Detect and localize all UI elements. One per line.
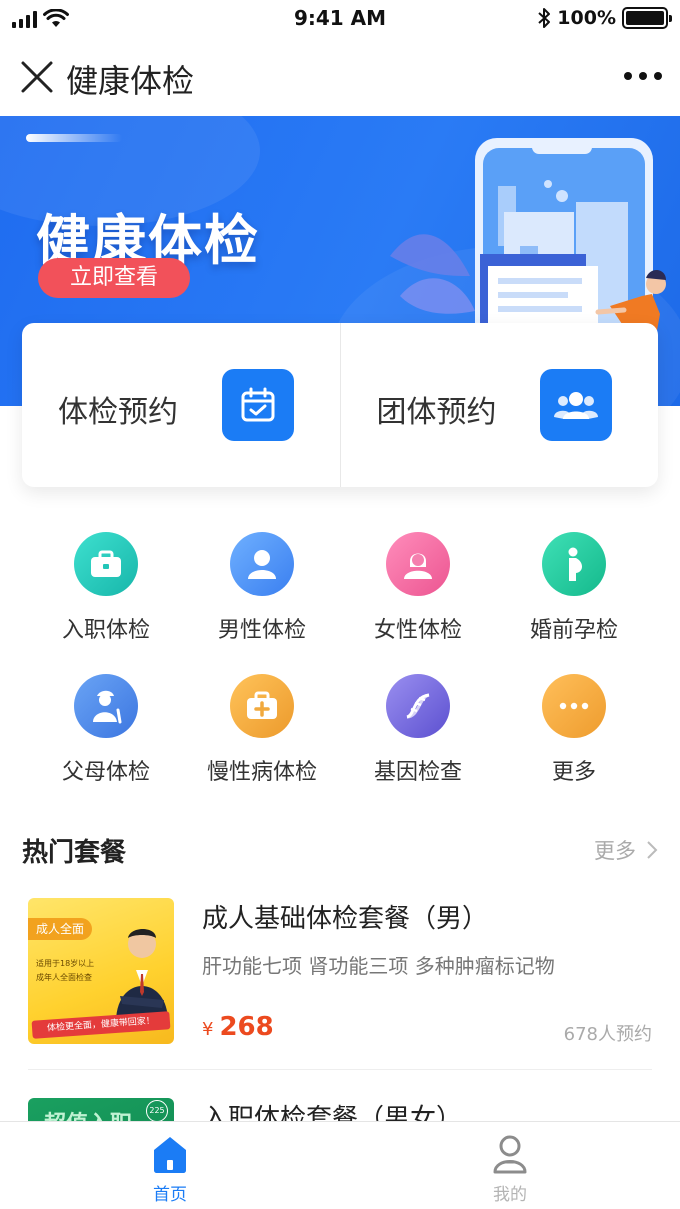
tab-bar: 首页 我的 xyxy=(0,1121,680,1209)
package-desc: 肝功能七项 肾功能三项 多种肿瘤标记物 xyxy=(202,954,555,978)
user-profile-icon xyxy=(493,1135,527,1174)
status-right: 100% xyxy=(537,7,672,29)
category-label: 慢性病体检 xyxy=(206,760,317,785)
calendar-check-icon xyxy=(221,369,294,441)
male-user-icon xyxy=(230,532,294,596)
home-icon xyxy=(154,1137,186,1173)
category-gene[interactable]: 基因检查 xyxy=(340,672,496,814)
tab-home[interactable]: 首页 xyxy=(0,1122,340,1209)
female-user-icon xyxy=(386,532,450,596)
tab-label: 我的 xyxy=(493,1185,527,1205)
group-users-icon xyxy=(540,369,612,441)
thumb-badge: 225 xyxy=(146,1100,168,1121)
thumb-line2: 成年人全面检查 xyxy=(36,973,92,982)
category-premarital[interactable]: 婚前孕检 xyxy=(496,530,652,672)
banner-stripe xyxy=(26,134,122,142)
tab-label: 首页 xyxy=(153,1185,187,1205)
price-value: 268 xyxy=(219,1012,274,1042)
divider xyxy=(28,1069,652,1070)
package-price: ¥268 xyxy=(202,1012,274,1042)
more-dots-icon xyxy=(542,674,606,738)
package-title: 入职体检套餐（男女） xyxy=(202,1104,463,1121)
booking-label: 体检预约 xyxy=(58,395,178,430)
booking-count: 678人预约 xyxy=(563,1024,652,1045)
more-menu-icon[interactable] xyxy=(624,72,662,80)
battery-percent: 100% xyxy=(557,7,616,29)
category-employment[interactable]: 入职体检 xyxy=(28,530,184,672)
section-title: 热门套餐 xyxy=(22,838,127,868)
category-grid: 入职体检 男性体检 女性体检 婚前孕检 父母体检 慢性病体检 基因检查 更多 xyxy=(0,530,680,814)
thumb-tag: 成人全面 xyxy=(28,918,93,940)
briefcase-icon xyxy=(74,532,138,596)
category-label: 父母体检 xyxy=(61,760,150,785)
package-item[interactable]: 超值入职 225 入职体检套餐（男女） xyxy=(28,1098,652,1121)
thumb-line1: 适用于18岁以上 xyxy=(36,959,95,968)
dna-icon xyxy=(386,674,450,738)
thumb-tag: 超值入职 xyxy=(44,1106,132,1121)
category-female[interactable]: 女性体检 xyxy=(340,530,496,672)
exam-booking-button[interactable]: 体检预约 xyxy=(22,323,340,487)
status-bar: 9:41 AM 100% xyxy=(0,0,680,40)
more-link[interactable]: 更多 xyxy=(594,835,658,865)
category-label: 基因检查 xyxy=(373,760,462,785)
category-more[interactable]: 更多 xyxy=(496,672,652,814)
category-parents[interactable]: 父母体检 xyxy=(28,672,184,814)
thumb-ribbon: 体检更全面，健康带回家！ xyxy=(31,1011,171,1039)
tab-mine[interactable]: 我的 xyxy=(340,1122,680,1209)
category-label: 入职体检 xyxy=(61,618,150,643)
category-label: 女性体检 xyxy=(373,618,462,643)
navbar: 健康体检 xyxy=(0,40,680,116)
booking-label: 团体预约 xyxy=(376,395,497,430)
battery-icon xyxy=(622,7,672,29)
category-label: 更多 xyxy=(551,760,596,785)
page-title: 健康体检 xyxy=(66,62,195,100)
doctor-illustration-icon xyxy=(116,929,168,1022)
pregnant-icon xyxy=(542,532,606,596)
category-chronic[interactable]: 慢性病体检 xyxy=(184,672,340,814)
package-thumbnail: 超值入职 225 xyxy=(28,1098,174,1121)
elderly-icon xyxy=(74,674,138,738)
more-link-label: 更多 xyxy=(594,839,636,863)
category-label: 男性体检 xyxy=(217,618,306,643)
category-male[interactable]: 男性体检 xyxy=(184,530,340,672)
medical-kit-icon xyxy=(230,674,294,738)
package-item[interactable]: 成人全面 适用于18岁以上 成年人全面检查 体检更全面，健康带回家！ 成人基础体… xyxy=(28,898,652,1068)
category-label: 婚前孕检 xyxy=(529,618,618,643)
booking-card: 体检预约 团体预约 xyxy=(22,323,658,487)
package-thumbnail: 成人全面 适用于18岁以上 成年人全面检查 体检更全面，健康带回家！ xyxy=(28,898,174,1044)
view-now-button[interactable]: 立即查看 xyxy=(38,258,190,298)
group-booking-button[interactable]: 团体预约 xyxy=(339,323,659,487)
close-icon[interactable] xyxy=(18,58,56,96)
price-currency: ¥ xyxy=(202,1019,214,1040)
package-title: 成人基础体检套餐（男） xyxy=(202,904,489,934)
hot-packages-header: 热门套餐 更多 xyxy=(22,832,658,868)
chevron-right-icon xyxy=(647,841,658,859)
bluetooth-icon xyxy=(538,8,551,28)
